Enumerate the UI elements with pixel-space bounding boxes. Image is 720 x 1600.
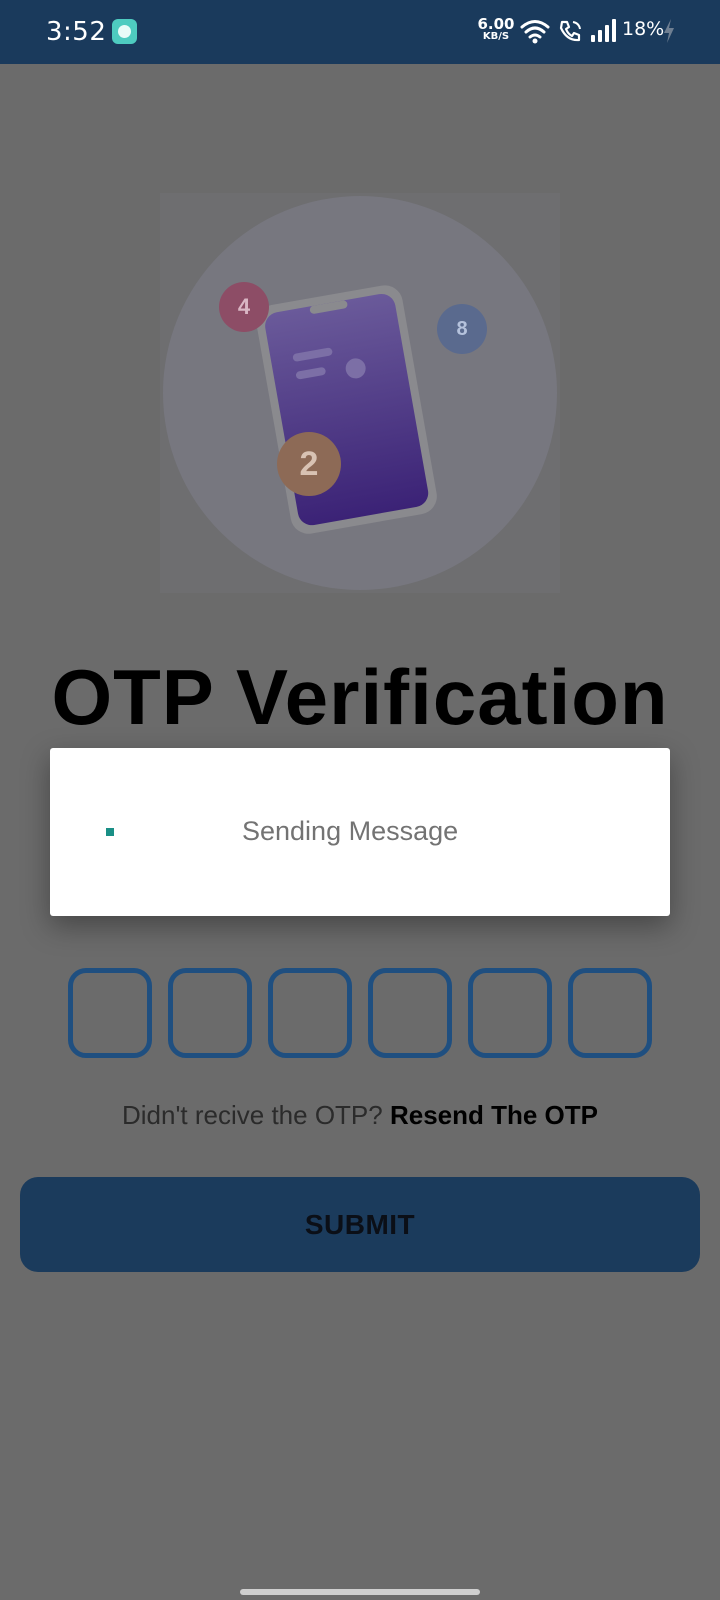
sending-dialog: Sending Message bbox=[50, 748, 670, 916]
otp-digit-2[interactable] bbox=[168, 968, 252, 1058]
badge-two-label: 2 bbox=[299, 444, 319, 483]
resend-otp-link[interactable]: Resend The OTP bbox=[390, 1100, 598, 1130]
badge-two: 2 bbox=[277, 432, 341, 496]
page-title: OTP Verification bbox=[51, 653, 669, 741]
phone-illustration bbox=[256, 285, 437, 534]
ticket-app-icon bbox=[112, 19, 137, 44]
otp-digit-6[interactable] bbox=[568, 968, 652, 1058]
submit-label: SUBMIT bbox=[304, 1208, 416, 1240]
dialog-message: Sending Message bbox=[242, 816, 459, 846]
resend-row: Didn't recive the OTP? Resend The OTP bbox=[0, 1100, 720, 1131]
network-speed: 6.00 KB/S bbox=[476, 17, 516, 42]
badge-four: 4 bbox=[219, 282, 269, 332]
progress-spinner-icon bbox=[106, 828, 114, 836]
otp-digit-3[interactable] bbox=[268, 968, 352, 1058]
badge-four-label: 4 bbox=[237, 294, 251, 319]
charging-icon bbox=[664, 19, 674, 43]
otp-digit-5[interactable] bbox=[468, 968, 552, 1058]
network-speed-unit: KB/S bbox=[482, 31, 510, 42]
status-time: 3:52 bbox=[46, 17, 107, 47]
battery-level: 18% bbox=[622, 18, 665, 40]
otp-illustration: 4 8 2 bbox=[160, 193, 560, 593]
network-speed-value: 6.00 bbox=[477, 15, 515, 33]
submit-button[interactable]: SUBMIT bbox=[20, 1177, 700, 1272]
signal-icon bbox=[591, 19, 616, 42]
status-bar: 3:52 6.00 KB/S 18% bbox=[0, 0, 720, 64]
badge-eight-label: 8 bbox=[456, 317, 468, 340]
badge-eight: 8 bbox=[437, 304, 487, 354]
resend-prompt: Didn't recive the OTP? bbox=[121, 1100, 383, 1130]
gesture-nav-bar[interactable] bbox=[240, 1589, 480, 1595]
otp-digit-1[interactable] bbox=[68, 968, 152, 1058]
wifi-calling-icon bbox=[559, 20, 581, 42]
otp-digit-4[interactable] bbox=[368, 968, 452, 1058]
wifi-icon bbox=[520, 20, 550, 44]
